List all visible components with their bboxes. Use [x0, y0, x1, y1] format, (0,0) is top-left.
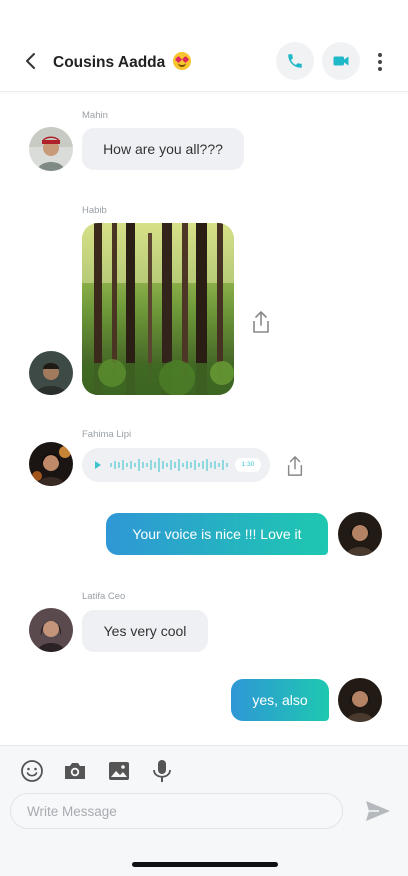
video-camera-icon — [333, 56, 349, 66]
avatar[interactable] — [29, 127, 73, 171]
emoji-icon[interactable] — [19, 758, 45, 784]
play-icon[interactable] — [95, 461, 101, 469]
message-bubble-outgoing[interactable]: Your voice is nice !!! Love it — [106, 513, 328, 555]
share-icon[interactable] — [285, 455, 305, 477]
audio-message[interactable]: 1:30 — [82, 448, 270, 482]
audio-duration: 1:30 — [241, 461, 255, 468]
share-icon[interactable] — [250, 310, 272, 334]
avatar-self[interactable] — [338, 512, 382, 556]
chat-title: Cousins Aadda — [53, 52, 191, 72]
message-composer — [0, 745, 408, 876]
heart-eyes-emoji-icon — [172, 52, 191, 70]
call-button[interactable] — [276, 42, 314, 80]
avatar[interactable] — [29, 351, 73, 395]
video-call-button[interactable] — [322, 42, 360, 80]
message-input[interactable] — [10, 793, 343, 829]
avatar[interactable] — [29, 442, 73, 486]
message-bubble-outgoing[interactable]: yes, also — [231, 679, 329, 721]
chat-header: Cousins Aadda — [0, 0, 408, 92]
message-bubble[interactable]: Yes very cool — [82, 610, 208, 652]
home-indicator — [132, 862, 278, 867]
avatar[interactable] — [29, 608, 73, 652]
send-icon[interactable] — [364, 798, 392, 824]
chevron-left-icon[interactable] — [20, 50, 42, 72]
more-vertical-icon[interactable] — [372, 51, 388, 73]
sender-name: Mahin — [82, 110, 108, 121]
sender-name: Fahima Lipi — [82, 429, 132, 440]
sender-name: Habib — [82, 205, 107, 216]
chat-title-text: Cousins Aadda — [53, 54, 166, 71]
camera-icon[interactable] — [62, 758, 88, 784]
forest-photo[interactable] — [82, 223, 234, 395]
sender-name: Latifa Ceo — [82, 591, 126, 602]
gallery-icon[interactable] — [106, 758, 132, 784]
avatar-self[interactable] — [338, 678, 382, 722]
phone-icon — [288, 54, 302, 68]
microphone-icon[interactable] — [149, 758, 175, 784]
message-bubble[interactable]: How are you all??? — [82, 128, 244, 170]
